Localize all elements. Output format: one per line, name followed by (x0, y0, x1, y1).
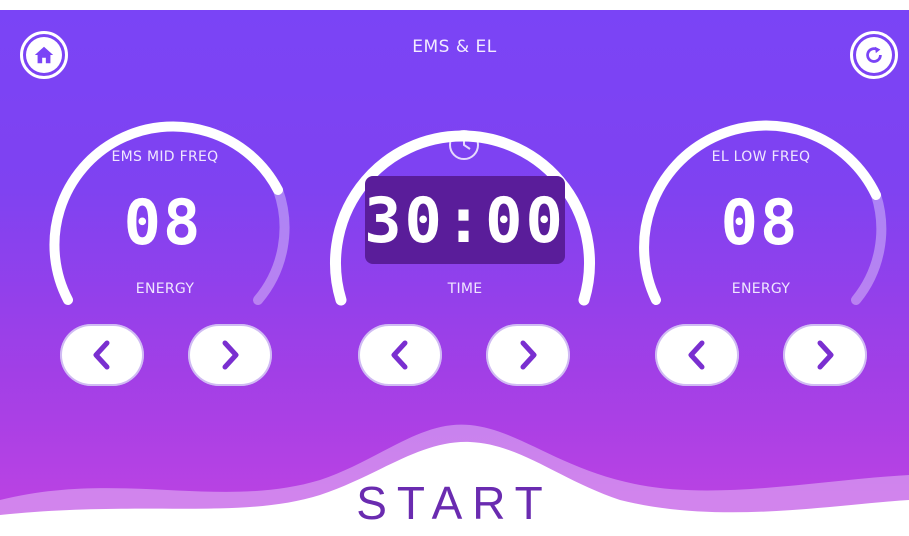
ems-decrease-button[interactable] (60, 324, 144, 386)
right-dial-label: EL LOW FREQ (711, 149, 811, 165)
el-increase-button[interactable] (783, 324, 867, 386)
chevron-left-icon (391, 340, 408, 370)
screen-title: EMS & EL (412, 37, 497, 57)
dial-rings (0, 120, 909, 536)
start-button[interactable]: START (0, 476, 909, 530)
chevron-right-icon (817, 340, 834, 370)
el-decrease-button[interactable] (655, 324, 739, 386)
refresh-button[interactable] (850, 31, 898, 79)
clock-icon (447, 128, 481, 162)
chevron-right-icon (222, 340, 239, 370)
time-label: TIME (447, 281, 483, 297)
time-increase-button[interactable] (486, 324, 570, 386)
time-display: 30:00 (364, 176, 566, 264)
chevron-left-icon (688, 340, 705, 370)
left-dial-energy-label: ENERGY (135, 281, 195, 297)
refresh-icon (856, 37, 892, 73)
left-dial-value: 08 (123, 186, 203, 259)
time-value: 30:00 (364, 183, 566, 257)
right-dial-value: 08 (720, 186, 800, 259)
ems-el-screen: EMS & EL EMS MID FREQ 08 ENERGY 30:00 TI… (0, 0, 909, 536)
home-button[interactable] (20, 31, 68, 79)
chevron-right-icon (520, 340, 537, 370)
right-dial-energy-label: ENERGY (731, 281, 791, 297)
left-dial-label: EMS MID FREQ (111, 149, 219, 165)
ems-increase-button[interactable] (188, 324, 272, 386)
home-icon (26, 37, 62, 73)
chevron-left-icon (93, 340, 110, 370)
time-decrease-button[interactable] (358, 324, 442, 386)
